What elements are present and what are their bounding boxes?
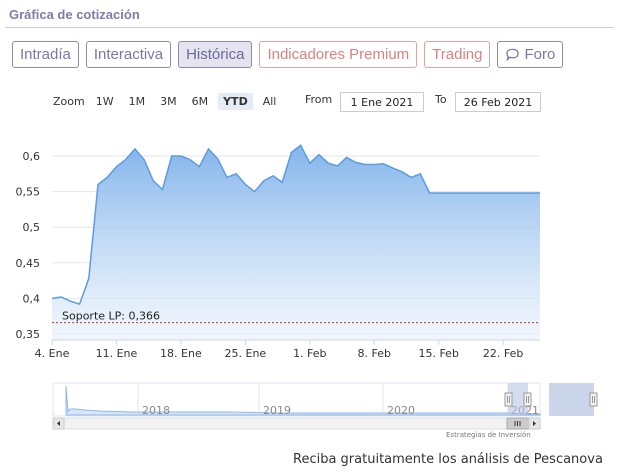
chart-credits[interactable]: Estrategias de Inversión <box>446 431 531 439</box>
y-tick-label: 0,45 <box>16 257 41 270</box>
x-tick-label: 25. Ene <box>225 347 267 360</box>
x-tick-label: 18. Ene <box>160 347 202 360</box>
navigator-handle-outside[interactable] <box>589 392 598 407</box>
footer-text: Reciba gratuitamente los análisis de Pes… <box>293 452 603 467</box>
x-tick-label: 8. Feb <box>358 347 391 360</box>
y-axis: 0,35 0,4 0,45 0,5 0,55 0,6 <box>16 150 41 341</box>
y-tick-label: 0,5 <box>23 221 41 234</box>
scrollbar[interactable] <box>52 417 541 430</box>
x-tick-label: 15. Feb <box>418 347 458 360</box>
x-tick-label: 22. Feb <box>483 347 523 360</box>
scrollbar-track[interactable] <box>52 417 541 430</box>
navigator-handle-right[interactable] <box>523 392 532 407</box>
y-tick-label: 0,35 <box>16 328 41 341</box>
price-chart: 0,350,40,450,50,550,6 Soporte LP: 0,366 … <box>16 144 598 430</box>
navigator-year-label: 2020 <box>387 404 415 417</box>
y-tick-label: 0,6 <box>23 150 41 163</box>
navigator-year-label: 2018 <box>142 404 170 417</box>
navigator[interactable]: 2018 2019 2020 2021 <box>52 382 598 417</box>
x-axis: 4. Ene 11. Ene 18. Ene 25. Ene 1. Feb 8. Feb 1… <box>35 340 523 360</box>
y-tick-label: 0,55 <box>16 186 41 199</box>
navigator-handle-left[interactable] <box>504 392 513 407</box>
navigator-frame <box>52 382 541 417</box>
navigator-year-label: 2019 <box>263 404 291 417</box>
navigator-outside-selection <box>549 383 594 416</box>
x-tick-label: 4. Ene <box>35 347 70 360</box>
x-tick-label: 1. Feb <box>293 347 326 360</box>
support-label: Soporte LP: 0,366 <box>62 310 160 323</box>
y-tick-label: 0,4 <box>23 292 41 305</box>
x-tick-label: 11. Ene <box>96 347 138 360</box>
